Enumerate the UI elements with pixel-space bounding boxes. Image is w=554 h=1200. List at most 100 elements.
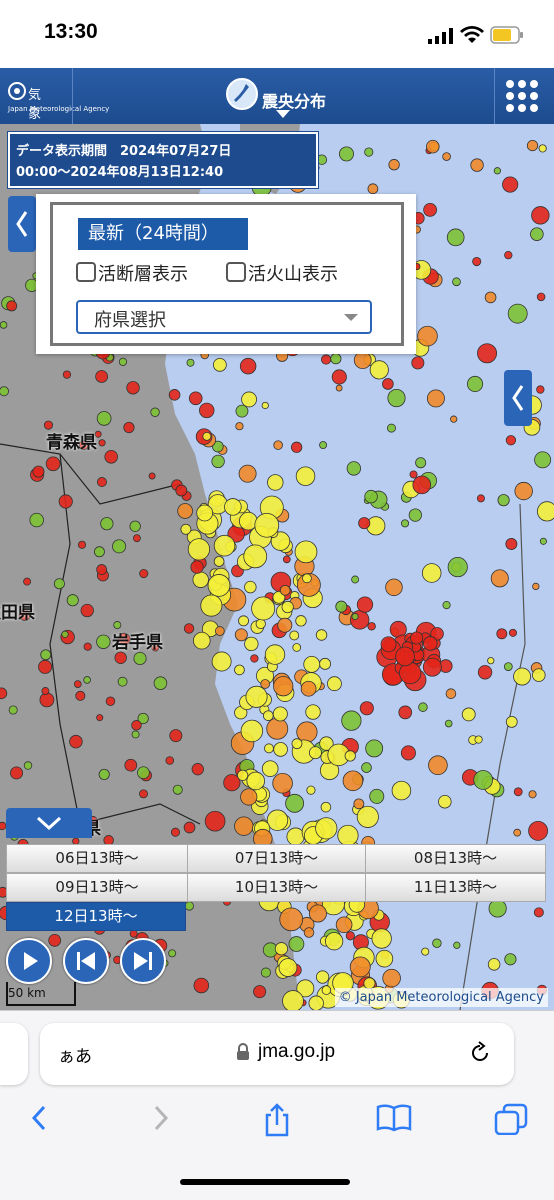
epicenter-marker bbox=[190, 560, 204, 574]
time-tab[interactable]: 06日13時～ bbox=[6, 844, 188, 873]
play-button[interactable] bbox=[6, 938, 52, 984]
epicenter-marker bbox=[234, 664, 245, 676]
epicenter-marker bbox=[302, 573, 312, 584]
volcano-checkbox-label: 活火山表示 bbox=[248, 264, 338, 285]
epicenter-marker bbox=[327, 676, 342, 692]
previous-button[interactable] bbox=[63, 938, 109, 984]
period-line-2: 00:00～2024年08月13日12:40 bbox=[16, 165, 224, 180]
epicenter-marker bbox=[369, 360, 389, 380]
map-label-aomori: 青森県 bbox=[46, 433, 97, 453]
epicenter-marker bbox=[23, 761, 33, 770]
epicenter-marker bbox=[165, 756, 175, 765]
epicenter-marker bbox=[172, 784, 183, 795]
epicenter-marker bbox=[319, 441, 328, 450]
bookmarks-icon[interactable] bbox=[376, 1103, 412, 1133]
collapse-timeline-button[interactable] bbox=[6, 808, 92, 838]
epicenter-marker bbox=[148, 472, 156, 480]
menu-button[interactable] bbox=[502, 76, 546, 118]
epicenter-marker bbox=[349, 610, 370, 630]
epicenter-marker bbox=[112, 539, 127, 554]
map-type-selector[interactable]: 震央分布 bbox=[226, 74, 346, 122]
epicenter-marker bbox=[361, 762, 372, 773]
lock-icon bbox=[237, 1043, 249, 1060]
epicenter-marker bbox=[386, 423, 396, 433]
epicenter-marker bbox=[150, 407, 160, 417]
time-tabs: 06日13時～ 07日13時～ 08日13時～ 09日13時～ 10日13時～ … bbox=[6, 844, 546, 931]
next-button[interactable] bbox=[120, 938, 166, 984]
epicenter-marker bbox=[129, 929, 138, 938]
epicenter-marker bbox=[246, 771, 265, 791]
epicenter-marker bbox=[321, 985, 332, 995]
epicenter-marker bbox=[408, 508, 422, 522]
epicenter-marker bbox=[442, 601, 451, 610]
epicenter-marker bbox=[335, 600, 348, 613]
time-tab-selected[interactable]: 12日13時～ bbox=[6, 902, 186, 931]
epicenter-marker bbox=[536, 385, 545, 394]
chevron-left-icon bbox=[16, 211, 28, 237]
previous-tab-peek[interactable] bbox=[0, 1023, 28, 1085]
epicenter-marker bbox=[62, 370, 72, 379]
epicenter-marker bbox=[321, 354, 332, 365]
reader-mode-button[interactable]: ぁあ bbox=[58, 1042, 92, 1067]
prefecture-select[interactable]: 府県選択 bbox=[76, 300, 372, 334]
epicenter-marker bbox=[421, 947, 430, 956]
epicenter-marker bbox=[261, 760, 279, 777]
epicenter-marker bbox=[295, 615, 307, 627]
epicenter-marker bbox=[83, 676, 91, 684]
epicenter-marker bbox=[266, 809, 289, 831]
epicenter-marker bbox=[267, 474, 284, 491]
epicenter-marker bbox=[346, 461, 362, 476]
epicenter-marker bbox=[41, 687, 50, 695]
epicenter-marker bbox=[96, 411, 112, 426]
epicenter-marker bbox=[207, 574, 231, 597]
epicenter-marker bbox=[325, 932, 344, 951]
volcano-checkbox[interactable]: 活火山表示 bbox=[226, 260, 338, 286]
epicenter-marker bbox=[345, 931, 355, 941]
status-bar: 13:30 bbox=[0, 0, 554, 68]
epicenter-marker bbox=[382, 968, 401, 988]
time-tab[interactable]: 08日13時～ bbox=[365, 844, 546, 873]
epicenter-marker bbox=[530, 227, 544, 241]
epicenter-marker bbox=[426, 139, 440, 154]
epicenter-marker bbox=[96, 564, 108, 575]
back-icon[interactable] bbox=[28, 1103, 52, 1133]
display-options-panel: 最新（24時間） 活断層表示 活火山表示 府県選択 bbox=[36, 194, 416, 354]
address-bar[interactable]: ぁあ jma.go.jp bbox=[40, 1023, 514, 1085]
share-icon[interactable] bbox=[262, 1103, 292, 1137]
right-panel-toggle-button[interactable] bbox=[504, 370, 532, 426]
latest-24h-button[interactable]: 最新（24時間） bbox=[78, 218, 248, 250]
browser-toolbar: ぁあ jma.go.jp bbox=[0, 1010, 554, 1200]
epicenter-marker bbox=[238, 615, 249, 627]
epicenter-marker bbox=[8, 705, 18, 715]
time-tab[interactable]: 07日13時～ bbox=[187, 844, 366, 873]
epicenter-marker bbox=[442, 152, 451, 161]
epicenter-marker bbox=[183, 821, 196, 834]
time-tab[interactable]: 11日13時～ bbox=[365, 873, 546, 902]
header-divider bbox=[494, 68, 495, 124]
epicenter-marker bbox=[447, 557, 468, 578]
epicenter-marker bbox=[139, 789, 148, 799]
time-tab[interactable]: 10日13時～ bbox=[187, 873, 366, 902]
epicenter-marker bbox=[239, 357, 257, 375]
earthquake-map[interactable]: 青森県 秋田県 岩手県 宮城県 データ表示期間 2024年07月27日 00:0… bbox=[0, 124, 554, 1010]
forward-icon[interactable] bbox=[148, 1103, 172, 1133]
epicenter-marker bbox=[118, 357, 128, 366]
reload-icon[interactable] bbox=[468, 1041, 492, 1065]
epicenter-marker bbox=[211, 651, 232, 672]
japan-map-icon bbox=[226, 78, 258, 110]
epicenter-marker bbox=[6, 300, 18, 312]
epicenter-marker bbox=[513, 828, 522, 837]
epicenter-marker bbox=[266, 717, 289, 740]
epicenter-marker bbox=[319, 657, 332, 670]
copyright-text: © Japan Meteorological Agency bbox=[334, 988, 548, 1007]
epicenter-marker bbox=[137, 766, 150, 780]
epicenter-marker bbox=[349, 956, 371, 978]
tabs-icon[interactable] bbox=[494, 1103, 528, 1135]
time-tab[interactable]: 09日13時～ bbox=[6, 873, 188, 902]
battery-icon bbox=[490, 26, 523, 44]
checkbox-icon bbox=[226, 262, 246, 282]
epicenter-marker bbox=[0, 321, 8, 329]
left-panel-toggle-button[interactable] bbox=[8, 196, 36, 252]
fault-checkbox[interactable]: 活断層表示 bbox=[76, 260, 188, 286]
epicenter-marker bbox=[129, 520, 141, 532]
